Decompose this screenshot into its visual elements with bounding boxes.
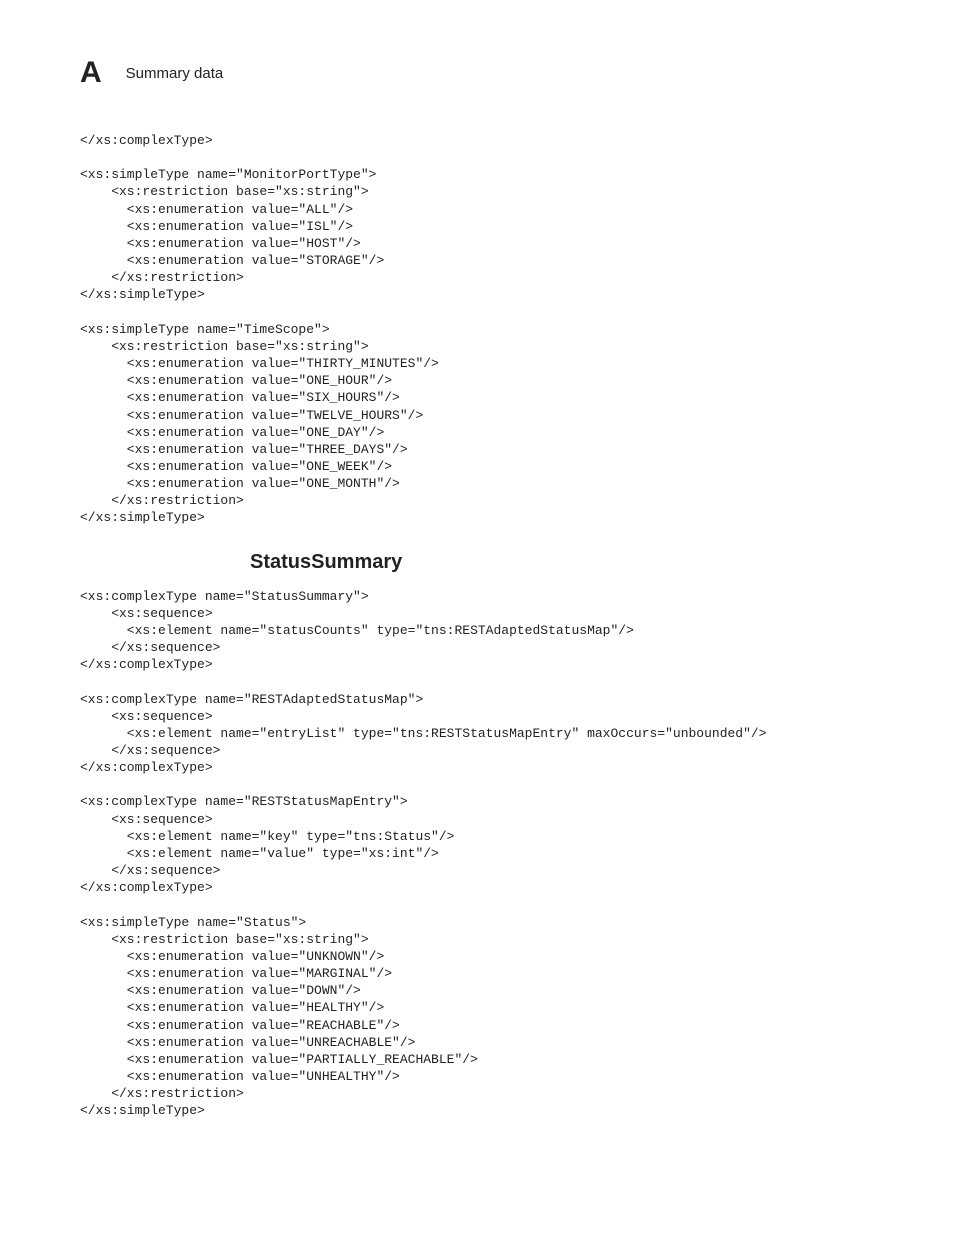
- appendix-header: A Summary data: [80, 58, 874, 88]
- code-block-2: <xs:complexType name="StatusSummary"> <x…: [80, 588, 874, 1120]
- page: A Summary data </xs:complexType> <xs:sim…: [0, 0, 954, 1207]
- appendix-letter: A: [80, 58, 102, 88]
- section-heading-statussummary: StatusSummary: [250, 551, 874, 574]
- appendix-title: Summary data: [126, 65, 224, 82]
- code-block-1: </xs:complexType> <xs:simpleType name="M…: [80, 132, 874, 527]
